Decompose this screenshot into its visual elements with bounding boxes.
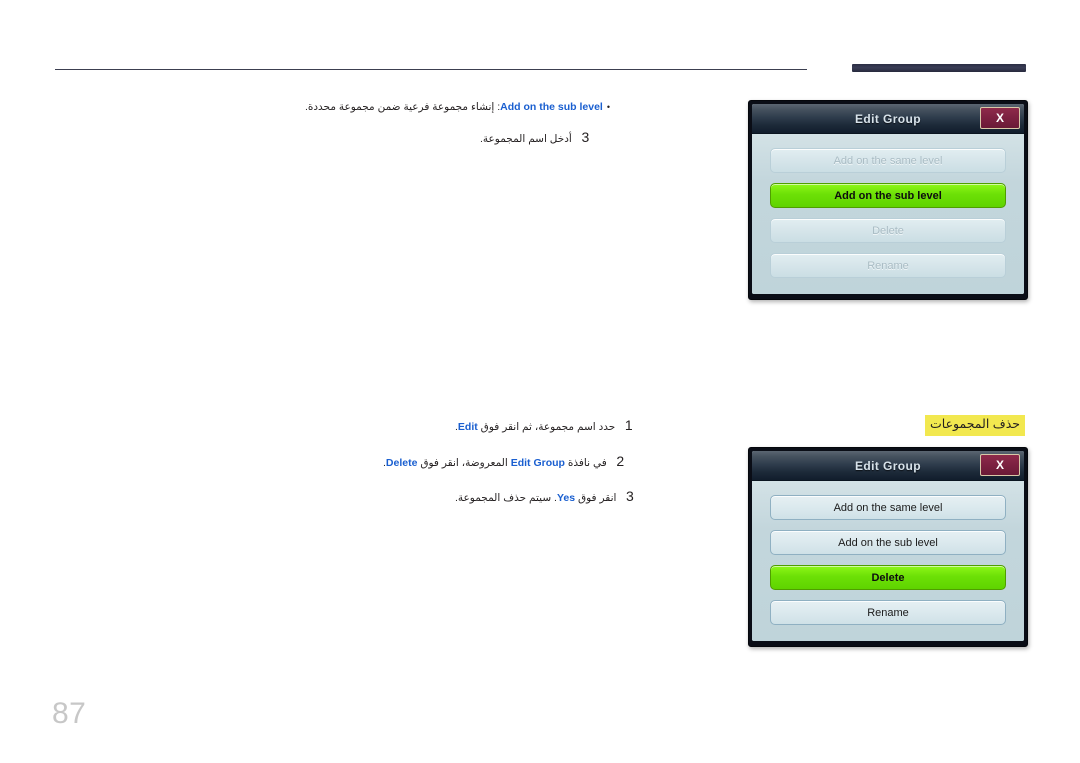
edit-group-dialog-bottom: Edit Group X Add on the same level Add o…	[748, 447, 1028, 647]
delete-step-row-1: 1 حدد اسم مجموعة، ثم انقر فوق Edit.	[455, 417, 633, 433]
step-link-edit: Edit	[457, 421, 478, 433]
edit-group-dialog-top: Edit Group X Add on the same level Add o…	[748, 100, 1028, 300]
dialog-inner-frame: Edit Group X Add on the same level Add o…	[752, 104, 1024, 294]
step-number: 2	[616, 453, 625, 469]
section-heading-delete-groups: حذف المجموعات	[925, 415, 1026, 436]
close-icon[interactable]: X	[980, 454, 1020, 476]
step-row-enter-group-name: 3 أدخل اسم المجموعة.	[480, 129, 590, 145]
dialog-button-add-on-the-same-level[interactable]: Add on the same level	[770, 148, 1006, 173]
delete-step-row-3: 3 انقر فوق Yes. سيتم حذف المجموعة.	[455, 488, 634, 504]
dialog-button-list: Add on the same level Add on the sub lev…	[752, 481, 1024, 641]
step-number: 3	[581, 129, 590, 145]
dialog-button-list: Add on the same level Add on the sub lev…	[752, 134, 1024, 294]
bullet-term-label: Add on the sub level	[500, 101, 603, 113]
step-link-yes: Yes	[556, 492, 576, 504]
bullet-description: إنشاء مجموعة فرعية ضمن مجموعة محددة.	[304, 101, 495, 113]
step-text-prefix: انقر فوق	[575, 492, 617, 504]
dialog-button-delete[interactable]: Delete	[770, 218, 1006, 243]
dialog-button-rename[interactable]: Rename	[770, 600, 1006, 625]
step-text: في نافذة Edit Group المعروضة، انقر فوق D…	[383, 457, 607, 469]
dialog-title-bar: Edit Group X	[752, 451, 1024, 481]
header-navy-tab	[852, 64, 1026, 72]
delete-step-row-2: 2 في نافذة Edit Group المعروضة، انقر فوق…	[383, 453, 625, 469]
dialog-inner-frame: Edit Group X Add on the same level Add o…	[752, 451, 1024, 641]
bullet-dot-icon: •	[606, 102, 610, 113]
page-number: 87	[52, 697, 87, 730]
step-text-prefix: حدد اسم مجموعة، ثم انقر فوق	[477, 421, 616, 433]
step-link-edit-group: Edit Group	[510, 457, 565, 469]
step-text: انقر فوق Yes. سيتم حذف المجموعة.	[455, 492, 616, 504]
step-text: أدخل اسم المجموعة.	[480, 133, 572, 145]
dialog-title-text: Edit Group	[855, 458, 921, 473]
step-text-prefix: في نافذة	[564, 457, 607, 469]
dialog-button-add-on-the-same-level[interactable]: Add on the same level	[770, 495, 1006, 520]
dialog-button-rename[interactable]: Rename	[770, 253, 1006, 278]
step-number: 3	[626, 488, 634, 504]
step-number: 1	[624, 417, 633, 433]
step-text-suffix: . سيتم حذف المجموعة.	[455, 492, 557, 504]
step-text: حدد اسم مجموعة، ثم انقر فوق Edit.	[455, 421, 615, 433]
header-divider-rule	[55, 69, 807, 70]
step-link-delete: Delete	[385, 457, 418, 469]
manual-page: •Add on the sub level: إنشاء مجموعة فرعي…	[0, 0, 1080, 763]
close-icon[interactable]: X	[980, 107, 1020, 129]
step-text-middle: المعروضة، انقر فوق	[417, 457, 511, 469]
dialog-title-bar: Edit Group X	[752, 104, 1024, 134]
bullet-add-sub-level: •Add on the sub level: إنشاء مجموعة فرعي…	[300, 101, 610, 113]
dialog-button-add-on-the-sub-level[interactable]: Add on the sub level	[770, 530, 1006, 555]
dialog-button-delete[interactable]: Delete	[770, 565, 1006, 590]
dialog-title-text: Edit Group	[855, 111, 921, 126]
dialog-button-add-on-the-sub-level[interactable]: Add on the sub level	[770, 183, 1006, 208]
